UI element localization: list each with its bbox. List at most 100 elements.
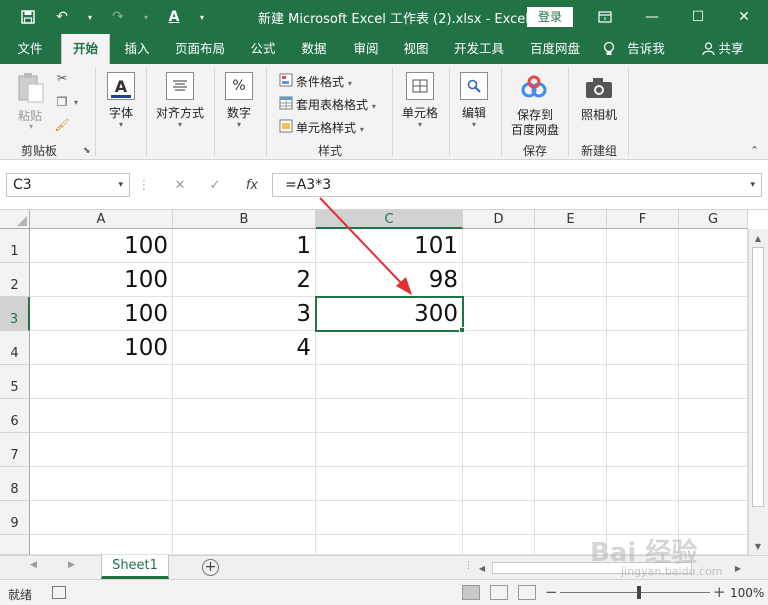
tab-review[interactable]: 审阅 [346,34,386,64]
cancel-entry-icon[interactable]: ✕ [168,173,192,197]
number-format-icon[interactable]: % [225,72,253,100]
row-header-2[interactable]: 2 [0,263,30,297]
camera-icon[interactable] [584,76,614,100]
cell-g3[interactable] [679,297,748,331]
alignment-icon[interactable] [166,72,194,100]
column-header-b[interactable]: B [173,210,316,229]
column-header-a[interactable]: A [30,210,173,229]
tab-formulas[interactable]: 公式 [244,34,282,64]
formula-bar-grip-icon[interactable]: ⋮ [138,173,151,197]
column-header-f[interactable]: F [607,210,679,229]
cells-icon[interactable] [406,72,434,100]
row-header-6[interactable]: 6 [0,399,30,433]
cell-f2[interactable] [607,263,679,297]
font-dropdown-icon[interactable]: ▾ [116,120,126,129]
cell-c10[interactable] [316,535,463,555]
normal-view-icon[interactable] [462,585,480,600]
cell-a8[interactable] [30,467,173,501]
scroll-left-icon[interactable]: ◀ [474,561,490,575]
cell-f5[interactable] [607,365,679,399]
format-painter-icon[interactable]: 🖌 [54,117,70,133]
redo-icon[interactable]: ↷ [108,7,128,27]
cell-d1[interactable] [463,229,535,263]
cell-f4[interactable] [607,331,679,365]
cell-a1[interactable]: 100 [30,229,173,263]
cell-b4[interactable]: 4 [173,331,316,365]
sheet-prev-icon[interactable]: ◀ [30,560,37,570]
zoom-out-icon[interactable]: − [545,583,558,601]
cell-e6[interactable] [535,399,607,433]
cells-dropdown-icon[interactable]: ▾ [415,120,425,129]
cell-b7[interactable] [173,433,316,467]
cell-b3[interactable]: 3 [173,297,316,331]
editing-icon[interactable] [460,72,488,100]
cell-g5[interactable] [679,365,748,399]
cell-e1[interactable] [535,229,607,263]
copy-dropdown-icon[interactable]: ▾ [72,94,80,110]
cell-a4[interactable]: 100 [30,331,173,365]
cell-b5[interactable] [173,365,316,399]
cell-g1[interactable] [679,229,748,263]
cell-d8[interactable] [463,467,535,501]
cell-c7[interactable] [316,433,463,467]
row-header-5[interactable]: 5 [0,365,30,399]
cell-d10[interactable] [463,535,535,555]
cell-e4[interactable] [535,331,607,365]
page-break-view-icon[interactable] [518,585,536,600]
alignment-group-label[interactable]: 对齐方式 [152,104,208,121]
cell-c9[interactable] [316,501,463,535]
zoom-level[interactable]: 100% [730,586,764,600]
cell-b1[interactable]: 1 [173,229,316,263]
conditional-formatting-button[interactable]: 条件格式 ▾ [296,73,352,90]
number-dropdown-icon[interactable]: ▾ [234,120,244,129]
baidu-netdisk-icon[interactable] [520,74,548,102]
select-all-button[interactable] [0,210,30,229]
format-as-table-button[interactable]: 套用表格格式 ▾ [296,96,376,113]
insert-function-icon[interactable]: fx [240,173,264,197]
cut-icon[interactable]: ✂ [54,70,70,86]
number-group-label[interactable]: 数字 [222,104,256,121]
clipboard-dialog-launcher-icon[interactable]: ⬊ [83,146,91,156]
column-header-e[interactable]: E [535,210,607,229]
paste-dropdown-icon[interactable]: ▾ [26,122,36,131]
cell-styles-button[interactable]: 单元格样式 ▾ [296,119,364,136]
cell-e3[interactable] [535,297,607,331]
row-header-4[interactable]: 4 [0,331,30,365]
sheet-tab-sheet1[interactable]: Sheet1 [101,555,169,579]
login-button[interactable]: 登录 [527,7,573,27]
zoom-slider-thumb[interactable] [637,586,641,599]
scroll-down-icon[interactable]: ▼ [750,539,766,553]
cell-e9[interactable] [535,501,607,535]
cell-e8[interactable] [535,467,607,501]
tab-insert[interactable]: 插入 [116,34,158,64]
share-button[interactable]: 共享 [716,34,746,64]
collapse-ribbon-icon[interactable]: ⌃ [750,144,759,157]
cell-b6[interactable] [173,399,316,433]
editing-dropdown-icon[interactable]: ▾ [469,120,479,129]
save-icon[interactable] [18,7,38,27]
tab-data[interactable]: 数据 [294,34,334,64]
cell-f8[interactable] [607,467,679,501]
cells-group-label[interactable]: 单元格 [398,104,442,121]
name-box-dropdown-icon[interactable]: ▾ [118,174,123,196]
cell-a3[interactable]: 100 [30,297,173,331]
user-icon[interactable] [700,34,716,64]
cell-f7[interactable] [607,433,679,467]
column-header-g[interactable]: G [679,210,748,229]
cell-c8[interactable] [316,467,463,501]
cell-e7[interactable] [535,433,607,467]
scroll-up-icon[interactable]: ▲ [750,231,766,245]
cell-f9[interactable] [607,501,679,535]
cell-b2[interactable]: 2 [173,263,316,297]
cell-g4[interactable] [679,331,748,365]
row-header-1[interactable]: 1 [0,229,30,263]
cell-e2[interactable] [535,263,607,297]
undo-icon[interactable]: ↶ [52,7,72,27]
font-group-label[interactable]: 字体 [102,104,140,121]
cell-a2[interactable]: 100 [30,263,173,297]
row-header-7[interactable]: 7 [0,433,30,467]
cell-d3[interactable] [463,297,535,331]
conditional-formatting-icon[interactable] [278,72,294,88]
cell-c6[interactable] [316,399,463,433]
cell-f6[interactable] [607,399,679,433]
